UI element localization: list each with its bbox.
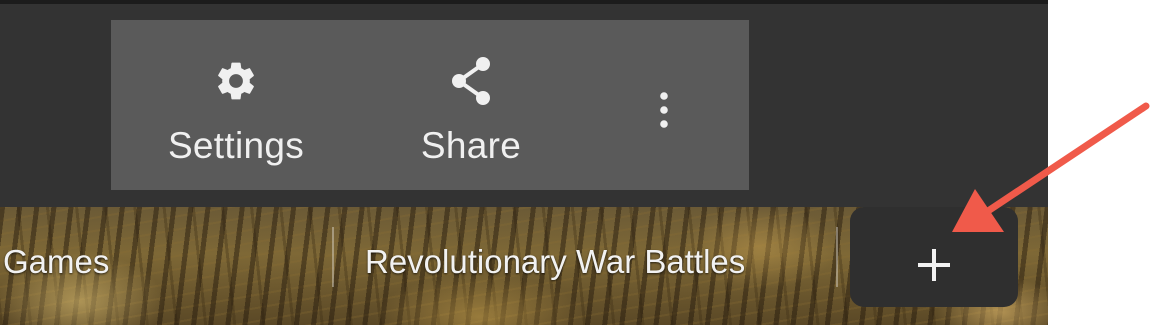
- annotation-arrow-icon: [952, 102, 1150, 232]
